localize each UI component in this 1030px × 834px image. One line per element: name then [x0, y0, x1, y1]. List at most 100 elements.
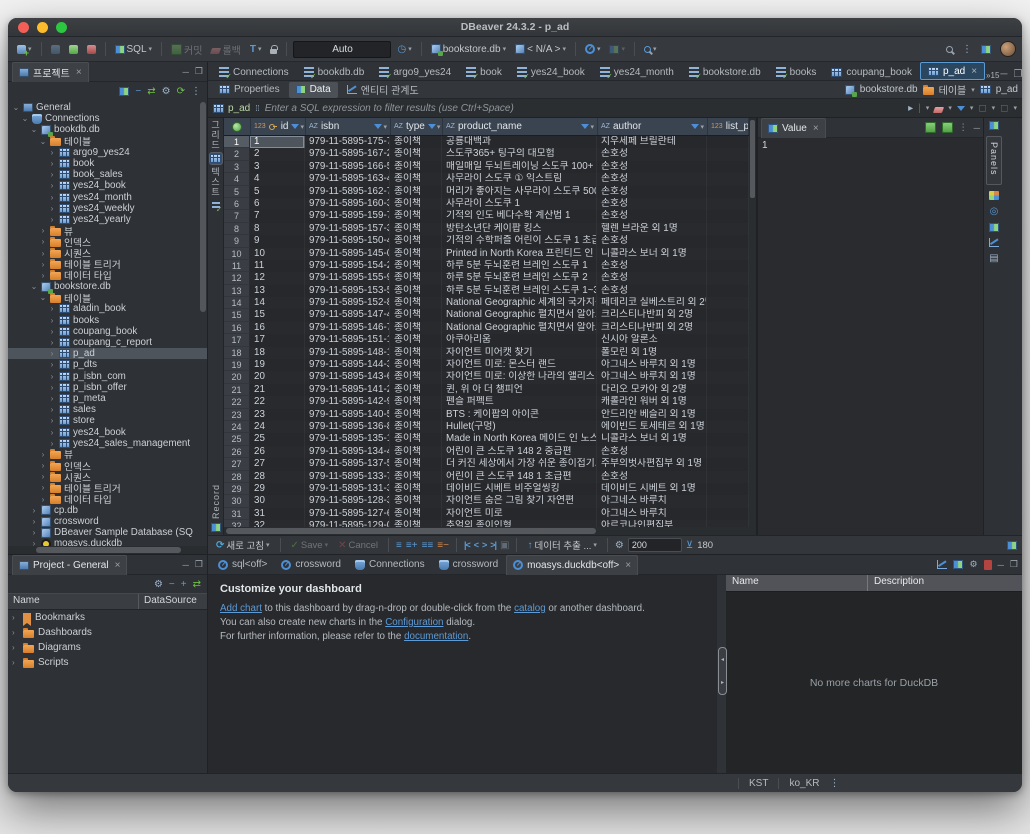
filter-funnel-icon[interactable]	[957, 106, 965, 111]
tree-item-dbeaver-sample-database-sq[interactable]: ›DBeaver Sample Database (SQ	[8, 527, 207, 538]
cell-isbn[interactable]: 979-11-5895-167-2	[305, 148, 390, 160]
row-number[interactable]: 2	[224, 148, 250, 160]
row-number[interactable]: 28	[224, 471, 250, 483]
reconnect-button[interactable]	[66, 43, 81, 56]
cell-type[interactable]: 종이책	[390, 446, 442, 458]
tree-item-yes24_yearly[interactable]: ›yes24_yearly	[8, 214, 207, 225]
filter-history-icon[interactable]: ◻	[978, 103, 986, 114]
tree-item-argo9_yes24[interactable]: ›argo9_yes24	[8, 147, 207, 158]
cell-author[interactable]: 아르코나인편집부	[597, 520, 707, 527]
prev-row-button[interactable]: <	[474, 540, 478, 550]
cell-product_name[interactable]: 사무라이 스도쿠 1	[442, 198, 597, 210]
row-number[interactable]: 16	[224, 322, 250, 334]
cell-list-pric[interactable]	[707, 161, 749, 173]
text-presentation-icon[interactable]	[210, 200, 222, 211]
close-icon[interactable]: ×	[625, 560, 631, 571]
row-number[interactable]: 9	[224, 235, 250, 247]
rollback-button[interactable]: 롤백	[208, 40, 243, 59]
cell-id[interactable]: 10	[250, 248, 305, 260]
user-avatar[interactable]	[1000, 41, 1016, 57]
link-icon[interactable]: ⇄	[193, 579, 201, 590]
tree-chevron-icon[interactable]: ›	[48, 215, 56, 224]
tree-item-node[interactable]: ›데이터 타입	[8, 270, 207, 281]
expand-icon[interactable]: +	[181, 579, 187, 590]
cell-type[interactable]: 종이책	[390, 396, 442, 408]
tab-project-general[interactable]: Project - General ×	[12, 555, 127, 575]
cell-list-pric[interactable]	[707, 309, 749, 321]
cell-type[interactable]: 종이책	[390, 198, 442, 210]
cell-id[interactable]: 2	[250, 148, 305, 160]
tree-chevron-icon[interactable]: ⌄	[30, 282, 38, 291]
column-header-isbn[interactable]: AZisbn▾	[306, 118, 391, 135]
cell-product_name[interactable]: 머리가 좋아지는 사무라이 스도쿠 500 5	[442, 186, 597, 198]
cell-id[interactable]: 5	[250, 186, 305, 198]
catalog-column-description[interactable]: Description	[868, 575, 930, 591]
close-icon[interactable]: ×	[115, 560, 121, 571]
row-number[interactable]: 13	[224, 285, 250, 297]
tree-chevron-icon[interactable]: ›	[48, 383, 56, 392]
row-number[interactable]: 18	[224, 347, 250, 359]
cell-author[interactable]: 손호성	[597, 272, 707, 284]
cell-type[interactable]: 종이책	[390, 359, 442, 371]
transaction-lock-button[interactable]	[267, 42, 280, 56]
column-header-name[interactable]: Name	[8, 594, 139, 609]
cell-isbn[interactable]: 979-11-5895-146-7	[305, 322, 390, 334]
cell-list-pric[interactable]	[707, 285, 749, 297]
minimize-window-button[interactable]	[37, 22, 48, 33]
tree-item-books[interactable]: ›books	[8, 315, 207, 326]
cell-list-pric[interactable]	[707, 186, 749, 198]
cell-type[interactable]: 종이책	[390, 421, 442, 433]
cell-id[interactable]: 4	[250, 173, 305, 185]
cell-list-pric[interactable]	[707, 520, 749, 527]
cell-type[interactable]: 종이책	[390, 173, 442, 185]
cell-isbn[interactable]: 979-11-5895-175-7	[305, 136, 390, 148]
cell-id[interactable]: 11	[250, 260, 305, 272]
tree-chevron-icon[interactable]: ›	[39, 271, 47, 280]
tree-item-node[interactable]: ›뷰	[8, 449, 207, 460]
cell-id[interactable]: 21	[250, 384, 305, 396]
dashboard-tab-crossword[interactable]: crossword	[433, 555, 505, 574]
column-header-author[interactable]: AZauthor▾	[598, 118, 708, 135]
cell-type[interactable]: 종이책	[390, 210, 442, 222]
cell-id[interactable]: 12	[250, 272, 305, 284]
cell-list-pric[interactable]	[707, 235, 749, 247]
tree-item-crossword[interactable]: ›crossword	[8, 516, 207, 527]
tree-chevron-icon[interactable]: ⌄	[30, 125, 38, 134]
tree-chevron-icon[interactable]: ›	[39, 450, 47, 459]
cell-type[interactable]: 종이책	[390, 248, 442, 260]
dashboard-tab-connections[interactable]: Connections	[349, 555, 431, 574]
status-kebab[interactable]: ⋮	[829, 778, 839, 789]
tree-item-node[interactable]: ›데이터 타입	[8, 494, 207, 505]
grid-presentation-label[interactable]: 그리드	[209, 120, 222, 150]
cell-type[interactable]: 종이책	[390, 309, 442, 321]
cell-list-pric[interactable]	[707, 173, 749, 185]
cell-isbn[interactable]: 979-11-5895-128-3	[305, 495, 390, 507]
cell-product_name[interactable]: 자이언트 미로: 몬스터 랜드	[442, 359, 597, 371]
cell-author[interactable]: 안드리안 베슬리 외 1명	[597, 409, 707, 421]
cell-type[interactable]: 종이책	[390, 347, 442, 359]
cell-author[interactable]: 데이비드 시베트 외 1명	[597, 483, 707, 495]
cell-type[interactable]: 종이책	[390, 285, 442, 297]
cell-author[interactable]: 손호성	[597, 446, 707, 458]
save-value-icon[interactable]	[925, 122, 936, 133]
row-number[interactable]: 23	[224, 409, 250, 421]
cell-isbn[interactable]: 979-11-5895-137-5	[305, 458, 390, 470]
cell-type[interactable]: 종이책	[390, 471, 442, 483]
cell-isbn[interactable]: 979-11-5895-162-7	[305, 186, 390, 198]
cell-isbn[interactable]: 979-11-5895-135-1	[305, 433, 390, 445]
cell-product_name[interactable]: National Geographic 펼치면서 알아보는 숨	[442, 322, 597, 334]
filter-table-label[interactable]: p_ad	[213, 103, 250, 114]
tree-item-sales[interactable]: ›sales	[8, 404, 207, 415]
cell-type[interactable]: 종이책	[390, 136, 442, 148]
cell-id[interactable]: 30	[250, 495, 305, 507]
sort-filter-icon[interactable]: ▾	[581, 123, 594, 131]
column-header-list_pric[interactable]: 123list_pric	[708, 118, 749, 135]
close-icon[interactable]: ×	[76, 67, 82, 78]
chevron-right-icon[interactable]: ›	[12, 643, 19, 652]
cell-id[interactable]: 26	[250, 446, 305, 458]
tree-item-general[interactable]: ⌄General	[8, 102, 207, 113]
first-row-button[interactable]: |<	[464, 540, 470, 550]
cell-list-pric[interactable]	[707, 210, 749, 222]
maximize-panel-icon[interactable]: ❐	[195, 559, 203, 570]
cell-list-pric[interactable]	[707, 471, 749, 483]
